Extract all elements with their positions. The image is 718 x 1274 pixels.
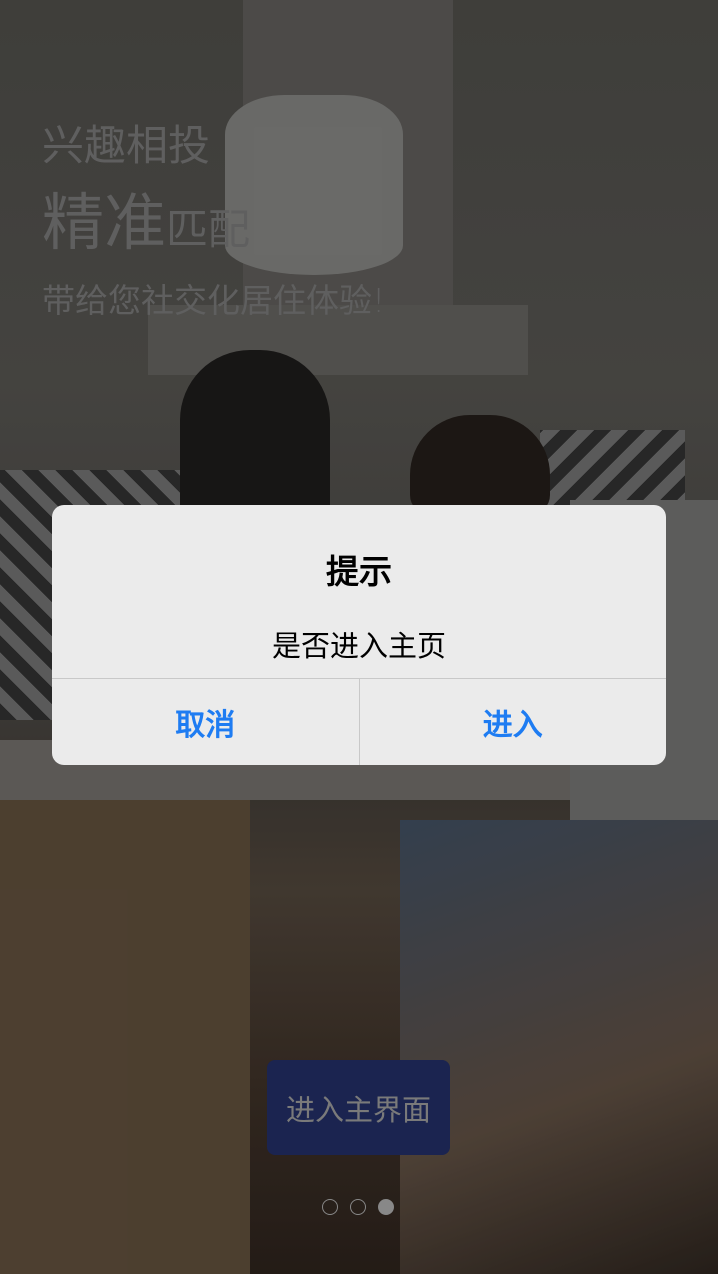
page-indicator bbox=[322, 1199, 394, 1215]
page-dot[interactable] bbox=[350, 1199, 366, 1215]
dialog-buttons: 取消 进入 bbox=[52, 678, 666, 765]
enter-main-button[interactable]: 进入主界面 bbox=[267, 1060, 450, 1155]
dialog-title: 提示 bbox=[326, 552, 392, 591]
confirm-button[interactable]: 进入 bbox=[358, 679, 667, 765]
page-dot[interactable] bbox=[322, 1199, 338, 1215]
cancel-button[interactable]: 取消 bbox=[52, 679, 359, 765]
alert-dialog: 提示 是否进入主页 取消 进入 bbox=[52, 505, 666, 765]
dialog-message: 是否进入主页 bbox=[271, 629, 446, 663]
page-dot-active[interactable] bbox=[378, 1199, 394, 1215]
